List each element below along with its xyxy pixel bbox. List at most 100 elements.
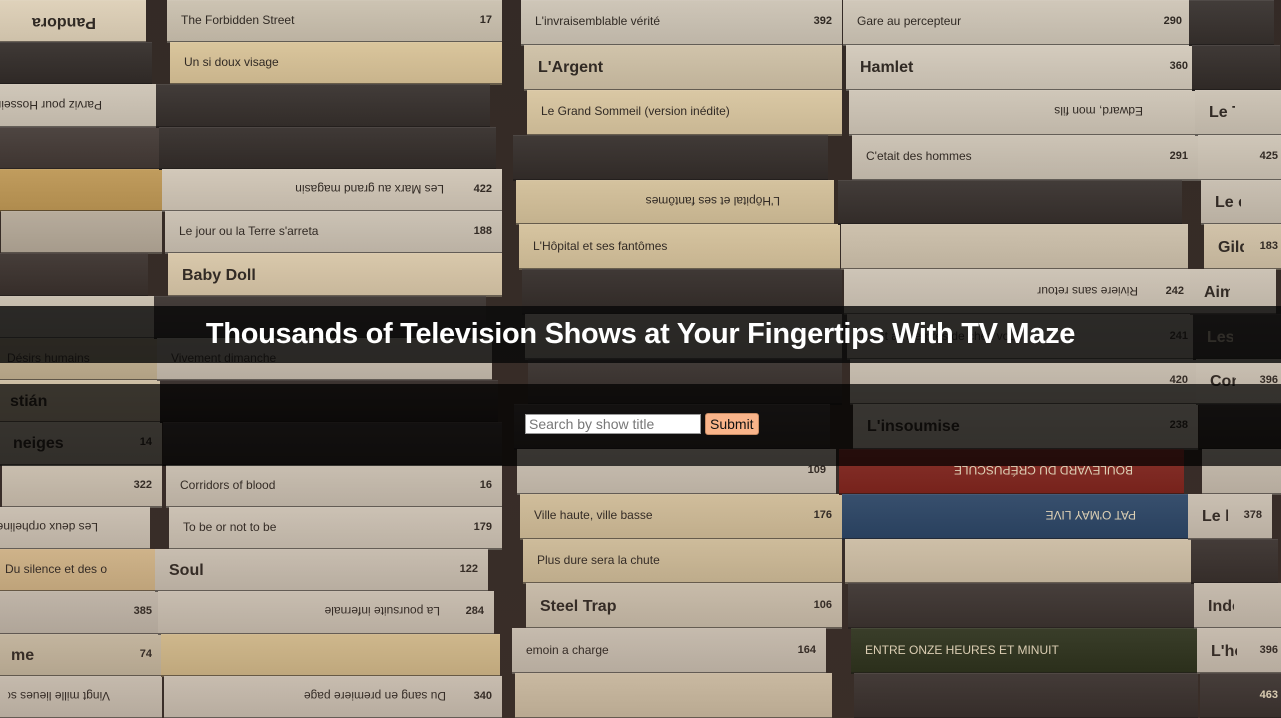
vhs-tape	[0, 126, 162, 170]
vhs-tape: Baby Doll	[168, 253, 502, 297]
vhs-tape: 322	[2, 464, 162, 508]
vhs-tape: ENTRE ONZE HEURES ET MINUIT	[851, 628, 1198, 675]
tape-number: 179	[473, 520, 492, 533]
tape-label: L'Hôpital et ses fantômes	[533, 238, 668, 253]
vhs-tape: Vingt mille lieues sous les	[0, 675, 162, 718]
vhs-tape: Du silence et des ombres	[0, 549, 156, 593]
tape-label: Plus dure sera la chute	[537, 552, 660, 567]
tape-number: 17	[479, 14, 492, 27]
vhs-tape	[0, 42, 152, 86]
tape-number: 242	[1165, 284, 1184, 297]
tape-label: Les Marx au grand magasin	[295, 182, 444, 197]
search-input[interactable]	[525, 414, 701, 434]
submit-button[interactable]: Submit	[705, 413, 759, 435]
tape-number: 385	[133, 605, 152, 618]
tape-label: Les deux orphelines	[0, 519, 98, 534]
tape-number: 74	[139, 647, 152, 660]
tape-label: L'homme qui r	[1211, 642, 1237, 660]
vhs-tape: Ville haute, ville basse 176	[520, 493, 842, 540]
tape-number: 183	[1259, 239, 1278, 252]
tape-label: Le jour ou la Terre s'arreta	[179, 224, 319, 239]
vhs-tape: C'etait des hommes 291	[852, 134, 1198, 181]
vhs-tape	[1192, 44, 1280, 91]
vhs-tape	[159, 126, 496, 170]
vhs-tape: Les deux orphelines	[0, 506, 150, 551]
vhs-tape: Le jour ou la Terre s'arreta 188	[165, 211, 502, 255]
tape-number: 463	[1259, 688, 1278, 701]
vhs-tape: Les Marx au grand magasin 422	[162, 168, 502, 213]
tape-number: 164	[797, 643, 816, 656]
tape-label: Hamlet	[860, 59, 914, 77]
tape-number: 396	[1259, 643, 1278, 656]
vhs-tape: L'invraisemblable vérité 392	[521, 0, 842, 46]
tape-label: Du silence et des ombres	[5, 562, 107, 577]
vhs-tape: Gare au percepteur 290	[843, 0, 1192, 46]
vhs-tape: 425	[1198, 134, 1281, 181]
tape-label: Aimez	[1204, 283, 1230, 301]
tape-label: Soul	[169, 562, 204, 580]
vhs-tape: Steel Trap 106	[526, 583, 842, 630]
tape-label: Le beau	[1202, 508, 1228, 526]
vhs-tape: Soul 122	[155, 549, 488, 593]
search-form: Submit	[525, 413, 759, 435]
vhs-tape: To be or not to be 179	[169, 506, 502, 551]
vhs-tape: Edward, mon fils	[849, 89, 1198, 136]
vhs-tape: L'Hôpital et ses fantômes	[516, 179, 834, 226]
tape-label: Le Tr	[1209, 104, 1235, 122]
tape-number: 16	[479, 478, 492, 491]
tape-number: 378	[1243, 509, 1262, 522]
vhs-tape	[1189, 0, 1274, 46]
tape-label: L'Argent	[538, 59, 604, 77]
vhs-tape	[0, 253, 148, 297]
tape-number: 291	[1169, 150, 1188, 163]
tape-label: Gild	[1218, 238, 1244, 256]
vhs-tape: Parviz pour Hosseini	[0, 84, 158, 128]
vhs-tape	[0, 168, 162, 213]
vhs-tape: La poursuite infernale 284	[158, 591, 494, 635]
vhs-tape: Pandora	[0, 0, 146, 44]
tape-number: 188	[473, 225, 492, 238]
tape-number: 106	[813, 598, 832, 611]
tape-number: 340	[473, 689, 492, 702]
vhs-tape	[515, 673, 832, 718]
tape-label: PAT O'MAY LIVE	[1045, 508, 1136, 523]
tape-number: 176	[813, 509, 832, 522]
tape-label: Riviere sans retour	[1037, 283, 1138, 298]
vhs-tape: 463	[1200, 673, 1281, 718]
tape-label: L'invraisemblable vérité	[535, 14, 661, 29]
page-title: Thousands of Television Shows at Your Fi…	[205, 318, 1076, 350]
vhs-tape: Le Grand Sommeil (version inédite)	[527, 89, 842, 136]
tape-number: 290	[1163, 15, 1182, 28]
tape-label: The Forbidden Street	[181, 13, 295, 28]
vhs-tape: L'Hôpital et ses fantômes	[519, 224, 840, 271]
vhs-tape: 385	[0, 591, 162, 635]
title-banner: Thousands of Television Shows at Your Fi…	[0, 306, 1281, 363]
tape-label: C'etait des hommes	[866, 149, 972, 164]
tape-label: L'Hôpital et ses fantômes	[645, 193, 780, 208]
vhs-tape: PAT O'MAY LIVE	[842, 493, 1190, 540]
tape-label: Parviz pour Hosseini	[0, 97, 102, 112]
vhs-tape: Le beau 378	[1188, 493, 1272, 540]
vhs-tape: The Forbidden Street 17	[167, 0, 502, 44]
tape-label: La poursuite infernale	[324, 604, 440, 619]
vhs-tape: L'Argent	[524, 44, 842, 91]
vhs-tape: Le Tr	[1195, 89, 1281, 136]
vhs-tape: Un si doux visage	[170, 42, 502, 86]
vhs-tape	[845, 538, 1196, 585]
vhs-tape: Corridors of blood 16	[166, 464, 502, 508]
tape-label: me	[11, 646, 35, 664]
vhs-tape: Hamlet 360	[846, 44, 1198, 91]
vhs-tape: L'homme qui r 396	[1197, 628, 1281, 675]
page-root: PandoraParviz pour HosseiniDésirs humain…	[0, 0, 1281, 718]
tape-label: Un si doux visage	[184, 55, 279, 70]
tape-number: 392	[813, 15, 832, 28]
tape-label: Indolence	[1208, 597, 1234, 615]
tape-label: Gare au percepteur	[857, 14, 962, 29]
tape-label: To be or not to be	[183, 519, 277, 534]
vhs-tape	[161, 633, 500, 677]
tape-number: 122	[459, 563, 478, 576]
vhs-tape: Du sang en premiere page 340	[164, 675, 502, 718]
vhs-tape	[854, 673, 1198, 718]
tape-number: 360	[1169, 60, 1188, 73]
vhs-tape: Plus dure sera la chute	[523, 538, 842, 585]
